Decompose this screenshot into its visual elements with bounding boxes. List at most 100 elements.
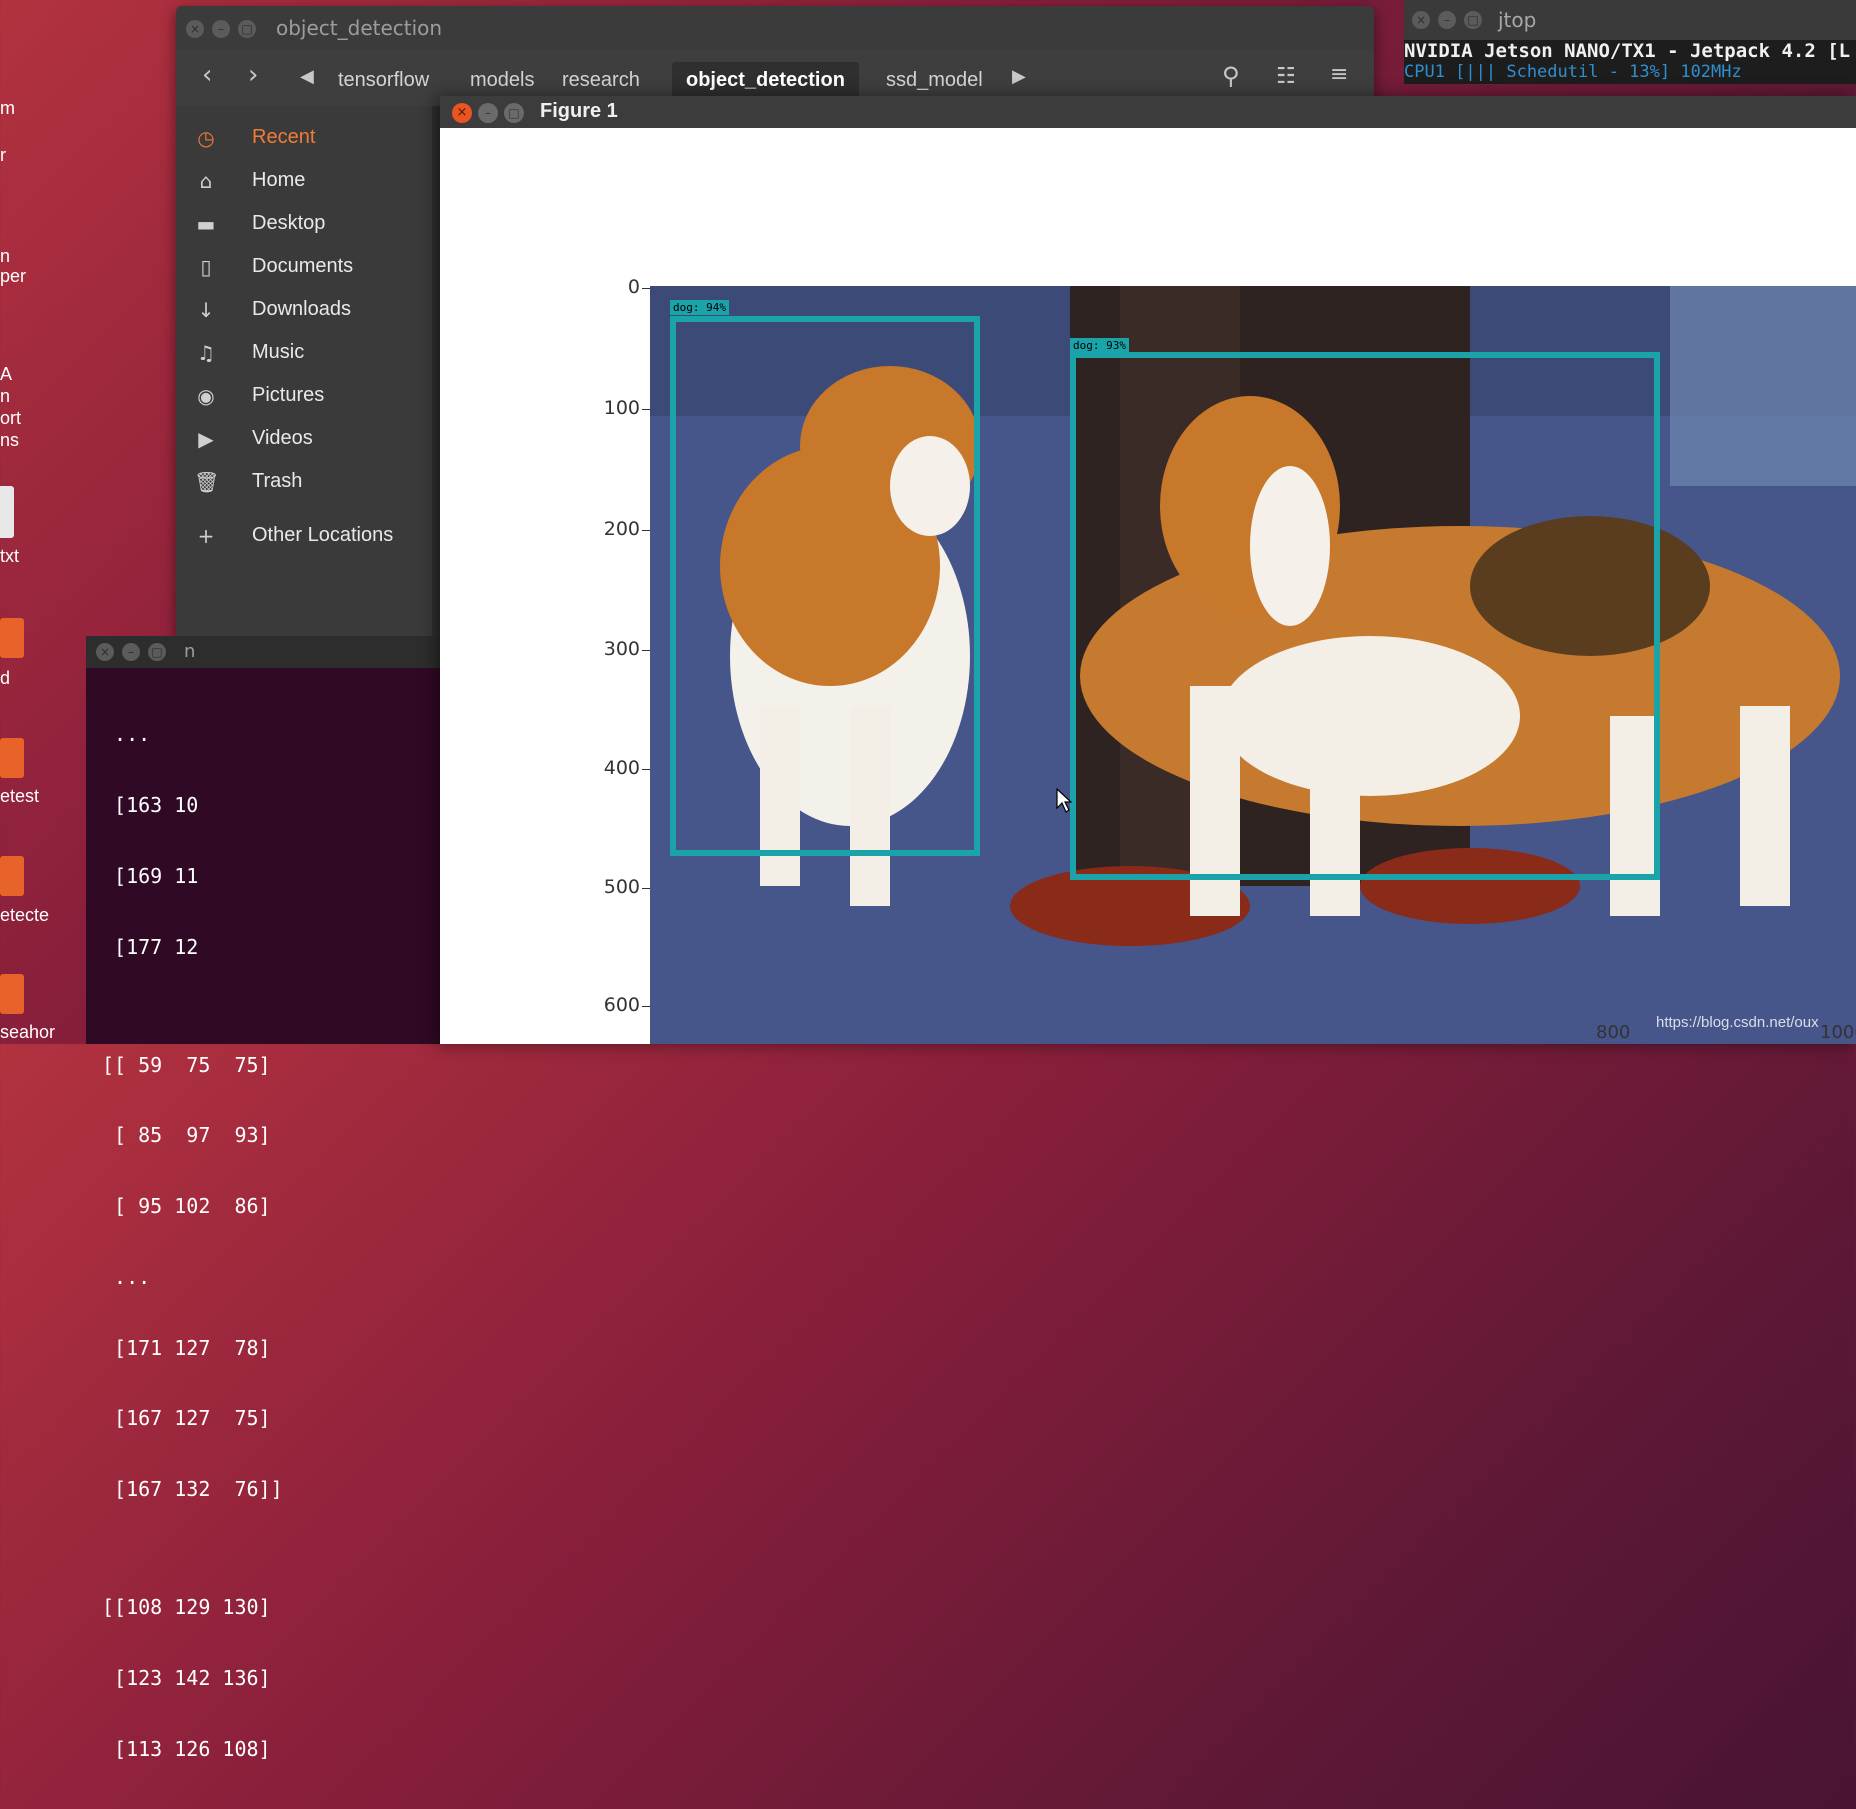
- close-icon[interactable]: ×: [1412, 11, 1430, 29]
- crumb-left-arrow-icon[interactable]: ◀: [300, 66, 314, 87]
- sidebar-item-recent[interactable]: ◷ Recent: [176, 120, 432, 158]
- desktop-label: per: [0, 266, 27, 286]
- terminal-line: ...: [102, 722, 151, 747]
- file-icon[interactable]: [0, 486, 14, 538]
- y-tick-mark: [642, 409, 650, 410]
- sidebar-item-desktop[interactable]: ▬ Desktop: [176, 206, 432, 244]
- y-tick-mark: [642, 888, 650, 889]
- breadcrumb-research[interactable]: research: [548, 62, 654, 98]
- minimize-icon[interactable]: –: [122, 643, 140, 661]
- breadcrumb-object-detection[interactable]: object_detection: [672, 62, 859, 98]
- sidebar-item-label: Videos: [252, 427, 313, 449]
- y-tick-mark: [642, 650, 650, 651]
- y-tick-label: 300: [603, 638, 640, 660]
- terminal-titlebar: × – □ n: [86, 636, 466, 668]
- terminal-line: [[ 59 75 75]: [102, 1052, 271, 1077]
- desktop-label: seahor: [0, 1022, 56, 1042]
- sidebar-item-trash[interactable]: 🗑 Trash: [176, 464, 432, 502]
- maximize-icon[interactable]: □: [1464, 11, 1482, 29]
- search-icon[interactable]: ⚲: [1222, 62, 1240, 90]
- download-icon: ↓: [197, 298, 215, 322]
- sidebar-item-downloads[interactable]: ↓ Downloads: [176, 292, 432, 330]
- forward-icon[interactable]: ›: [248, 60, 258, 90]
- document-icon: ▯: [200, 255, 212, 279]
- y-tick-mark: [642, 530, 650, 531]
- folder-icon[interactable]: [0, 618, 24, 658]
- figure-titlebar: × – □ Figure 1: [440, 96, 1856, 128]
- maximize-icon[interactable]: □: [504, 103, 524, 123]
- sidebar-item-music[interactable]: ♫ Music: [176, 335, 432, 373]
- figure-title: Figure 1: [540, 100, 618, 122]
- y-tick-label: 600: [603, 994, 640, 1016]
- y-tick-mark: [642, 1006, 650, 1007]
- y-tick-mark: [642, 769, 650, 770]
- x-tick-label: 1000: [1820, 1022, 1856, 1043]
- detection-box: [670, 316, 980, 856]
- desktop-label: ort: [0, 408, 22, 428]
- folder-icon[interactable]: [0, 738, 24, 778]
- x-tick-label: 800: [1596, 1022, 1631, 1043]
- back-icon[interactable]: ‹: [202, 60, 212, 90]
- terminal-line: [167 127 75]: [102, 1406, 271, 1431]
- music-icon: ♫: [197, 341, 215, 365]
- desktop-label: etest: [0, 786, 40, 806]
- close-icon[interactable]: ×: [96, 643, 114, 661]
- minimize-icon[interactable]: –: [1438, 11, 1456, 29]
- figure-window: × – □ Figure 1 0 100 200 300 400 500 600: [440, 96, 1856, 1044]
- desktop-label: txt: [0, 546, 20, 566]
- minimize-icon[interactable]: –: [478, 103, 498, 123]
- maximize-icon[interactable]: □: [148, 643, 166, 661]
- sidebar-item-label: Recent: [252, 126, 316, 148]
- folder-icon[interactable]: [0, 856, 24, 896]
- window-title: n: [184, 641, 196, 662]
- terminal-line: [169 11: [102, 863, 199, 888]
- files-titlebar: × – □ object_detection: [176, 6, 1374, 50]
- terminal-line: ...: [102, 1264, 151, 1289]
- breadcrumb-models[interactable]: models: [456, 62, 548, 98]
- sidebar-item-label: Other Locations: [252, 524, 394, 546]
- desktop-label: n: [0, 386, 11, 406]
- terminal-line: [171 127 78]: [102, 1335, 271, 1360]
- camera-icon: ◉: [197, 384, 215, 408]
- jtop-window: × – □ jtop NVIDIA Jetson NANO/TX1 - Jetp…: [1404, 0, 1856, 84]
- home-icon: ⌂: [199, 169, 213, 193]
- y-tick-mark: [642, 288, 650, 289]
- detection-image[interactable]: dog: 94% dog: 93%: [650, 286, 1856, 1044]
- desktop-label: d: [0, 668, 11, 688]
- sidebar-item-videos[interactable]: ▶ Videos: [176, 421, 432, 459]
- breadcrumb-ssd-model[interactable]: ssd_model: [872, 62, 997, 98]
- y-tick-label: 100: [603, 397, 640, 419]
- minimize-icon[interactable]: –: [212, 20, 230, 38]
- menu-icon[interactable]: ≡: [1330, 62, 1348, 87]
- sidebar-item-other-locations[interactable]: + Other Locations: [176, 518, 432, 556]
- maximize-icon[interactable]: □: [238, 20, 256, 38]
- terminal-window: × – □ n ... [163 10 [169 11 [177 12 [[ 5…: [86, 636, 466, 1760]
- plus-icon: +: [197, 524, 215, 548]
- close-icon[interactable]: ×: [452, 103, 472, 123]
- sidebar-item-label: Desktop: [252, 212, 326, 234]
- detection-box: [1070, 352, 1660, 880]
- breadcrumb-tensorflow[interactable]: tensorflow: [324, 62, 443, 98]
- y-tick-label: 500: [603, 876, 640, 898]
- terminal-line: [113 126 108]: [102, 1736, 271, 1761]
- cursor-icon: [1056, 788, 1072, 813]
- sidebar-item-documents[interactable]: ▯ Documents: [176, 249, 432, 287]
- terminal-line: [[108 129 130]: [102, 1595, 271, 1620]
- y-tick-label: 200: [603, 518, 640, 540]
- y-tick-label: 0: [627, 276, 640, 298]
- video-icon: ▶: [198, 427, 214, 451]
- crumb-right-arrow-icon[interactable]: ▶: [1012, 66, 1026, 87]
- desktop-label: A: [0, 364, 13, 384]
- trash-icon: 🗑: [194, 470, 220, 494]
- desktop-label: etecte: [0, 905, 50, 925]
- terminal-line: [ 85 97 93]: [102, 1123, 271, 1148]
- terminal-output[interactable]: ... [163 10 [169 11 [177 12 [[ 59 75 75]…: [102, 676, 283, 1809]
- sidebar-item-home[interactable]: ⌂ Home: [176, 163, 432, 201]
- close-icon[interactable]: ×: [186, 20, 204, 38]
- clock-icon: ◷: [197, 126, 215, 150]
- sidebar-item-pictures[interactable]: ◉ Pictures: [176, 378, 432, 416]
- folder-icon[interactable]: [0, 974, 24, 1014]
- view-toggle-icon[interactable]: ☷: [1276, 64, 1296, 89]
- jtop-header-line: NVIDIA Jetson NANO/TX1 - Jetpack 4.2 [L: [1404, 40, 1851, 62]
- detection-label: dog: 93%: [1070, 338, 1129, 353]
